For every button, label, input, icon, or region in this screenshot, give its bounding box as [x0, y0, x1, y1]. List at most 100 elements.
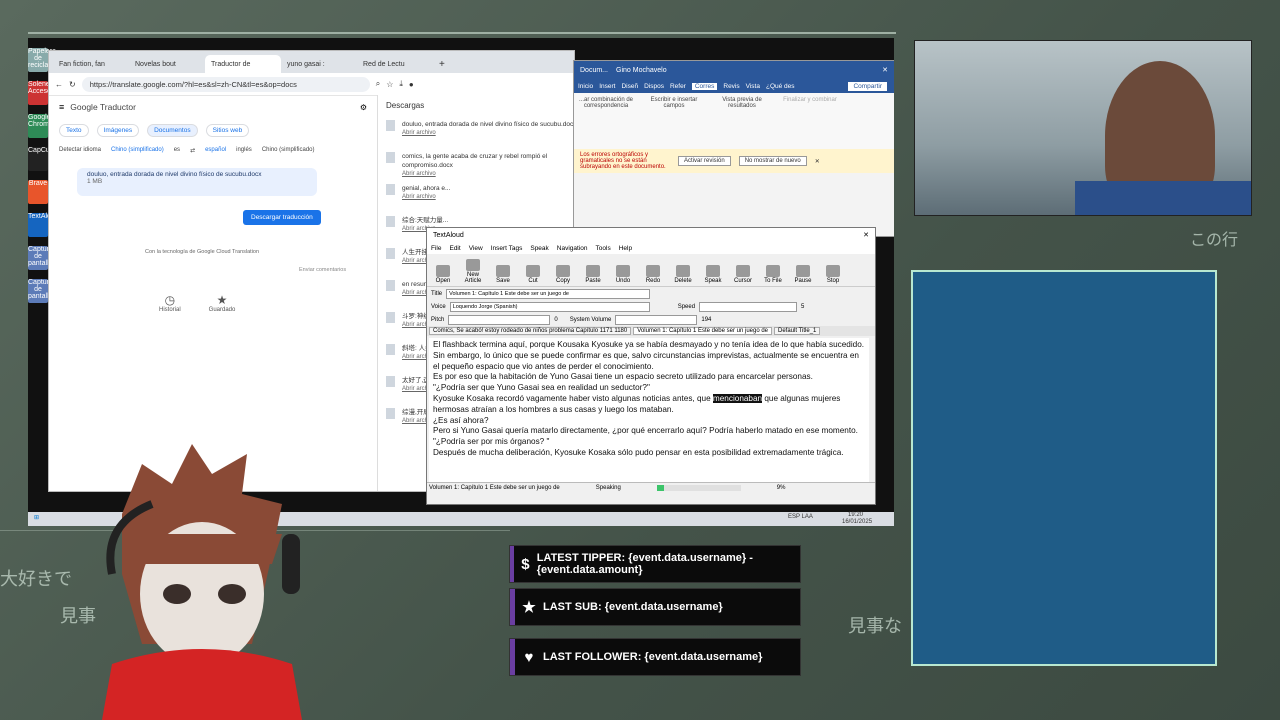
browser-tab[interactable]: Novelas bout: [129, 55, 205, 73]
article-tab[interactable]: Default Title_1: [774, 327, 821, 335]
toolbar-button-stop[interactable]: Stop: [821, 265, 845, 284]
toolbar-button-save[interactable]: Save: [491, 265, 515, 284]
toolbar-button-open[interactable]: Open: [431, 265, 455, 284]
file-icon: [386, 120, 395, 131]
source-lang-detect[interactable]: Detectar idioma: [59, 147, 101, 154]
enable-review-button[interactable]: Activar revisión: [678, 156, 731, 166]
word-tab[interactable]: Inicio: [578, 83, 593, 90]
textaloud-icon[interactable]: TextAloud: [28, 213, 59, 237]
article-tab-active[interactable]: Volumen 1: Capítulo 1 Este debe ser un j…: [633, 327, 773, 335]
download-translation-button[interactable]: Descargar traducción: [243, 210, 321, 225]
toolbar-button-redo[interactable]: Redo: [641, 265, 665, 284]
saved-button[interactable]: ★ Guardado: [209, 293, 236, 313]
toolbar-button-pause[interactable]: Pause: [791, 265, 815, 284]
ribbon-finish[interactable]: Finalizar y combinar: [782, 97, 838, 145]
brave-icon[interactable]: Brave: [28, 180, 48, 204]
word-tab[interactable]: Dispos: [644, 83, 664, 90]
word-tab-active[interactable]: Corres: [691, 82, 718, 90]
toolbar-button-delete[interactable]: Delete: [671, 265, 695, 284]
toolbar-button-paste[interactable]: Paste: [581, 265, 605, 284]
voice-select[interactable]: Loquendo Jorge (Spanish): [449, 301, 650, 312]
open-file-link[interactable]: Abrir archivo: [402, 129, 582, 138]
screenshot-icon[interactable]: Captura de pantalla: [28, 246, 53, 270]
menu-edit[interactable]: Edit: [449, 245, 460, 252]
share-button[interactable]: Compartir: [847, 80, 888, 92]
menu-insert-tags[interactable]: Insert Tags: [491, 245, 523, 252]
dont-show-button[interactable]: No mostrar de nuevo: [738, 156, 807, 166]
swap-icon[interactable]: ⇄: [190, 147, 195, 154]
menu-file[interactable]: File: [431, 245, 441, 252]
word-tab[interactable]: Refer: [670, 83, 686, 90]
toolbar-icon: [706, 265, 720, 277]
tab-images[interactable]: Imágenes: [96, 124, 140, 137]
menu-view[interactable]: View: [469, 245, 483, 252]
word-tab[interactable]: Diseñ: [621, 83, 638, 90]
clock-time[interactable]: 19:20: [848, 512, 863, 518]
screenshot-icon[interactable]: Captura de pantalla: [28, 279, 53, 303]
toolbar-button-cursor[interactable]: Cursor: [731, 265, 755, 284]
start-icon[interactable]: ⊞: [34, 514, 39, 521]
toolbar-button-new-article[interactable]: New Article: [461, 259, 485, 284]
capcut-icon[interactable]: CapCut: [28, 147, 52, 171]
word-help[interactable]: ¿Qué des: [766, 83, 795, 90]
browser-tab[interactable]: Red de Lectu: [357, 55, 433, 73]
target-lang-spanish[interactable]: español: [205, 147, 226, 154]
target-lang-english[interactable]: inglés: [236, 147, 252, 154]
app-icon[interactable]: Solene Acceso: [28, 81, 51, 105]
open-file-link[interactable]: Abrir archivo: [402, 193, 582, 202]
menu-navigation[interactable]: Navigation: [557, 245, 588, 252]
download-item[interactable]: douluo, entrada dorada de nivel divino f…: [378, 116, 590, 148]
back-icon[interactable]: ←: [55, 80, 63, 89]
volume-slider[interactable]: [615, 314, 698, 325]
toolbar-button-undo[interactable]: Undo: [611, 265, 635, 284]
ribbon-merge[interactable]: ...ar combinación de correspondencia: [578, 97, 634, 145]
profile-icon[interactable]: ●: [409, 80, 414, 89]
pitch-slider[interactable]: [448, 314, 551, 325]
new-tab-icon[interactable]: +: [433, 55, 459, 73]
browser-tab[interactable]: Fan fiction, fan: [53, 55, 129, 73]
menu-icon[interactable]: ≡: [59, 102, 64, 112]
toolbar-button-speak[interactable]: Speak: [701, 265, 725, 284]
download-item[interactable]: genial, ahora e... Abrir archivo: [378, 180, 590, 212]
zoom-icon[interactable]: ⌕: [376, 79, 380, 89]
toolbar-button-cut[interactable]: Cut: [521, 265, 545, 284]
download-item[interactable]: comics, la gente acaba de cruzar y rebel…: [378, 148, 590, 180]
feedback-link[interactable]: Enviar comentarios: [49, 255, 377, 273]
download-icon[interactable]: ⤓: [399, 79, 403, 89]
word-tab[interactable]: Revis: [723, 83, 739, 90]
close-icon[interactable]: ✕: [815, 158, 820, 165]
history-button[interactable]: ◷ Historial: [159, 293, 181, 313]
settings-icon[interactable]: ⚙: [360, 103, 367, 112]
url-field[interactable]: https://translate.google.com/?hl=es&sl=z…: [81, 76, 370, 92]
menu-tools[interactable]: Tools: [596, 245, 611, 252]
ribbon-preview[interactable]: Vista previa de resultados: [714, 97, 770, 145]
close-icon[interactable]: ✕: [863, 231, 869, 239]
toolbar-button-copy[interactable]: Copy: [551, 265, 575, 284]
ribbon-insert-fields[interactable]: Escribir e insertar campos: [646, 97, 702, 145]
title-input[interactable]: Volumen 1: Capítulo 1 Este debe ser un j…: [446, 288, 651, 299]
reload-icon[interactable]: ↻: [69, 80, 76, 89]
chrome-icon[interactable]: Google Chrome: [28, 114, 53, 138]
browser-tab[interactable]: yuno gasai :: [281, 55, 357, 73]
source-lang-chinese[interactable]: Chino (simplificado): [111, 147, 164, 154]
word-tab[interactable]: Insert: [599, 83, 615, 90]
browser-tab-active[interactable]: Traductor de: [205, 55, 281, 73]
open-file-link[interactable]: Abrir archivo: [402, 170, 582, 179]
article-text[interactable]: El flashback termina aquí, porque Kousak…: [429, 338, 869, 482]
language-indicator[interactable]: ESP LAA: [788, 514, 813, 520]
toolbar-button-to-file[interactable]: To File: [761, 265, 785, 284]
menu-speak[interactable]: Speak: [530, 245, 548, 252]
tab-websites[interactable]: Sitios web: [205, 124, 250, 137]
source-lang-es[interactable]: es: [174, 147, 180, 154]
word-tab[interactable]: Vista: [746, 83, 760, 90]
article-tab[interactable]: Comics, Se acabó! estoy rodeado de niños…: [429, 327, 632, 335]
recycle-bin-icon[interactable]: Papelera de reciclaje: [28, 48, 56, 72]
tab-documents[interactable]: Documentos: [147, 124, 198, 137]
target-lang-chinese[interactable]: Chino (simplificado): [262, 147, 315, 154]
bookmark-star-icon[interactable]: ☆: [386, 80, 393, 89]
clock-date[interactable]: 16/01/2025: [842, 519, 872, 525]
speed-slider[interactable]: [699, 301, 798, 312]
menu-help[interactable]: Help: [619, 245, 632, 252]
tab-text[interactable]: Texto: [59, 124, 89, 137]
close-icon[interactable]: ✕: [882, 66, 888, 74]
